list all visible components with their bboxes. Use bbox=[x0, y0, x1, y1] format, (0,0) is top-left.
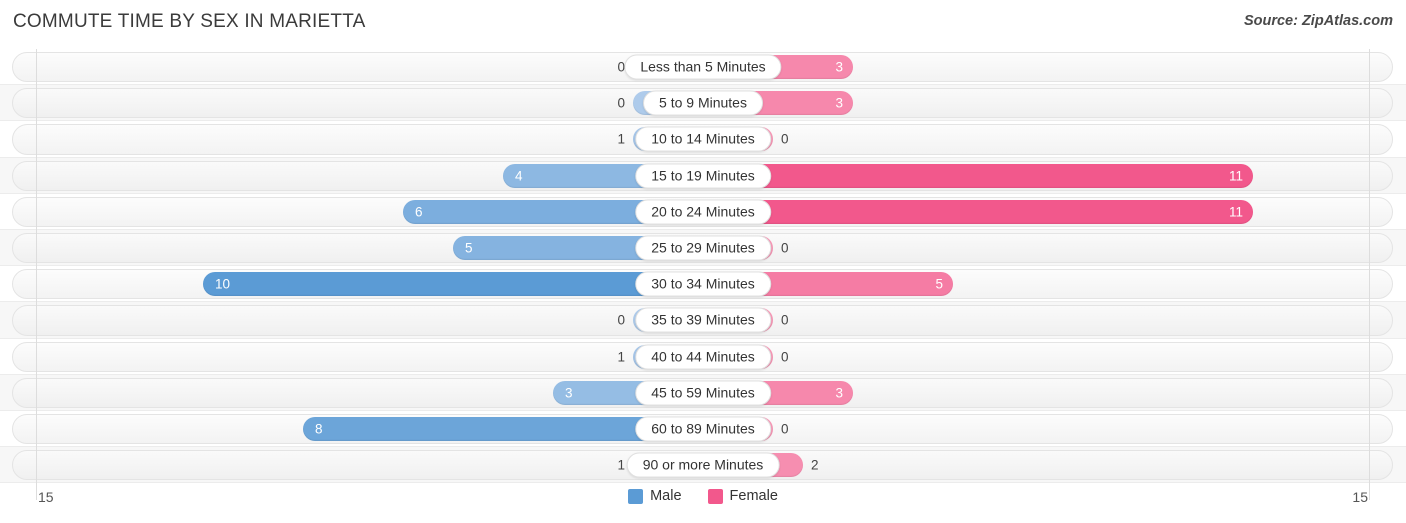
chart-row[interactable]: 1 2 90 or more Minutes bbox=[0, 447, 1406, 484]
bar-female[interactable] bbox=[703, 163, 1253, 188]
legend-label-male: Male bbox=[650, 488, 682, 504]
value-label-female: 3 bbox=[835, 59, 843, 75]
category-label: 35 to 39 Minutes bbox=[635, 307, 771, 333]
bar-male[interactable] bbox=[203, 272, 703, 297]
value-label-female: 2 bbox=[811, 457, 819, 473]
category-label: 20 to 24 Minutes bbox=[635, 199, 771, 225]
value-label-male: 10 bbox=[215, 276, 231, 292]
legend-swatch-female-icon bbox=[707, 488, 723, 504]
category-label: 5 to 9 Minutes bbox=[643, 90, 763, 116]
value-label-female: 11 bbox=[1228, 204, 1243, 220]
chart-row[interactable]: 0 0 35 to 39 Minutes bbox=[0, 302, 1406, 339]
value-label-male: 1 bbox=[617, 348, 625, 364]
chart-footer: 15 15 Male Female bbox=[0, 483, 1406, 523]
chart-rows: 0 3 Less than 5 Minutes 0 3 5 to 9 Minutes 1 0 1… bbox=[0, 49, 1406, 484]
value-label-female: 0 bbox=[781, 421, 789, 437]
value-label-female: 0 bbox=[781, 131, 789, 147]
legend-label-female: Female bbox=[729, 488, 778, 504]
value-label-female: 3 bbox=[835, 385, 843, 401]
category-label: 15 to 19 Minutes bbox=[635, 163, 771, 189]
value-label-female: 11 bbox=[1228, 167, 1243, 183]
chart-header: COMMUTE TIME BY SEX IN MARIETTA Source: … bbox=[0, 0, 1406, 46]
chart-row[interactable]: 1 0 10 to 14 Minutes bbox=[0, 121, 1406, 158]
value-label-male: 4 bbox=[515, 167, 523, 183]
value-label-female: 0 bbox=[781, 312, 789, 328]
category-label: 40 to 44 Minutes bbox=[635, 344, 771, 370]
category-label: 30 to 34 Minutes bbox=[635, 271, 771, 297]
axis-line-left bbox=[36, 49, 37, 483]
value-label-female: 0 bbox=[781, 348, 789, 364]
bar-female[interactable] bbox=[703, 199, 1253, 224]
legend-swatch-male-icon bbox=[628, 488, 644, 504]
legend-item-male[interactable]: Male bbox=[628, 488, 682, 504]
category-label: Less than 5 Minutes bbox=[624, 54, 782, 80]
value-label-male: 0 bbox=[617, 95, 625, 111]
value-label-female: 0 bbox=[781, 240, 789, 256]
chart-plot-area: 0 3 Less than 5 Minutes 0 3 5 to 9 Minutes 1 0 1… bbox=[0, 49, 1406, 484]
value-label-male: 5 bbox=[465, 240, 473, 256]
source-attribution: Source: ZipAtlas.com bbox=[1243, 13, 1393, 29]
value-label-female: 3 bbox=[835, 95, 843, 111]
category-label: 60 to 89 Minutes bbox=[635, 416, 771, 442]
chart-row[interactable]: 6 11 20 to 24 Minutes bbox=[0, 194, 1406, 230]
legend-item-female[interactable]: Female bbox=[707, 488, 778, 504]
page-title: COMMUTE TIME BY SEX IN MARIETTA bbox=[13, 11, 366, 32]
chart-legend: Male Female bbox=[0, 488, 1406, 504]
chart-row[interactable]: 0 3 5 to 9 Minutes bbox=[0, 85, 1406, 122]
chart-row[interactable]: 5 0 25 to 29 Minutes bbox=[0, 229, 1406, 267]
chart-row[interactable]: 4 11 15 to 19 Minutes bbox=[0, 157, 1406, 194]
value-label-male: 6 bbox=[415, 204, 423, 220]
chart-row[interactable]: 1 0 40 to 44 Minutes bbox=[0, 339, 1406, 375]
value-label-male: 1 bbox=[617, 131, 625, 147]
axis-line-right bbox=[1369, 49, 1370, 483]
chart-row[interactable]: 0 3 Less than 5 Minutes bbox=[0, 49, 1406, 86]
category-label: 25 to 29 Minutes bbox=[635, 235, 771, 261]
value-label-male: 0 bbox=[617, 59, 625, 75]
chart-row[interactable]: 3 3 45 to 59 Minutes bbox=[0, 374, 1406, 411]
category-label: 10 to 14 Minutes bbox=[635, 126, 771, 152]
chart-row[interactable]: 8 0 60 to 89 Minutes bbox=[0, 411, 1406, 448]
value-label-male: 1 bbox=[617, 457, 625, 473]
category-label: 90 or more Minutes bbox=[626, 452, 780, 478]
value-label-male: 0 bbox=[617, 312, 625, 328]
value-label-female: 5 bbox=[935, 276, 943, 292]
value-label-male: 3 bbox=[565, 385, 573, 401]
value-label-male: 8 bbox=[315, 421, 323, 437]
category-label: 45 to 59 Minutes bbox=[635, 380, 771, 406]
chart-row[interactable]: 10 5 30 to 34 Minutes bbox=[0, 266, 1406, 303]
